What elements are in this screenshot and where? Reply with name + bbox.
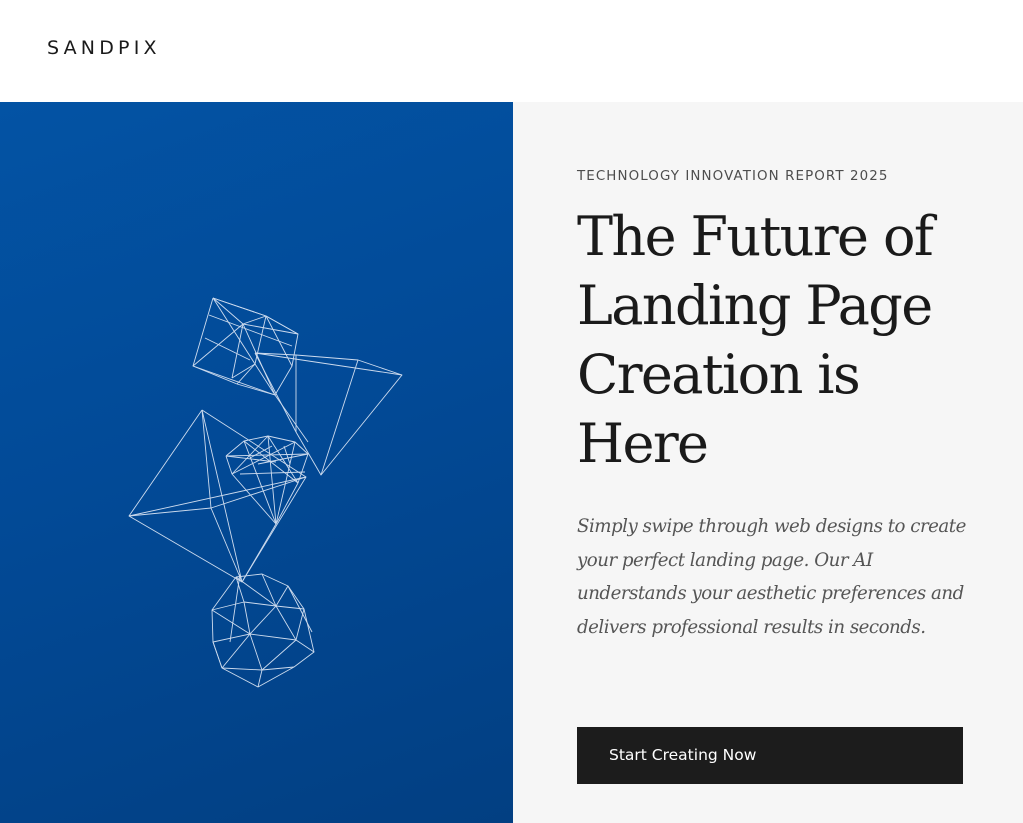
- hero-illustration-panel: [0, 102, 513, 823]
- wireframe-octahedron: [128, 409, 307, 583]
- wireframe-polyhedra-illustration: [128, 297, 403, 688]
- landing-page: SANDPIX TECHNOLOGY INNOVATION REPORT 202…: [0, 0, 1023, 823]
- hero-headline: The Future of Landing Page Creation is H…: [577, 205, 934, 475]
- hero-content-panel: TECHNOLOGY INNOVATION REPORT 2025 The Fu…: [513, 102, 1023, 823]
- wireframe-cube: [192, 297, 299, 396]
- wireframe-pyramid: [254, 352, 403, 476]
- report-eyebrow: TECHNOLOGY INNOVATION REPORT 2025: [577, 169, 889, 184]
- site-header: SANDPIX: [0, 0, 1023, 102]
- wireframe-icosahedron: [211, 573, 315, 688]
- start-creating-button[interactable]: Start Creating Now: [577, 727, 963, 784]
- hero-description: Simply swipe through web designs to crea…: [577, 516, 966, 638]
- logo[interactable]: SANDPIX: [47, 34, 161, 62]
